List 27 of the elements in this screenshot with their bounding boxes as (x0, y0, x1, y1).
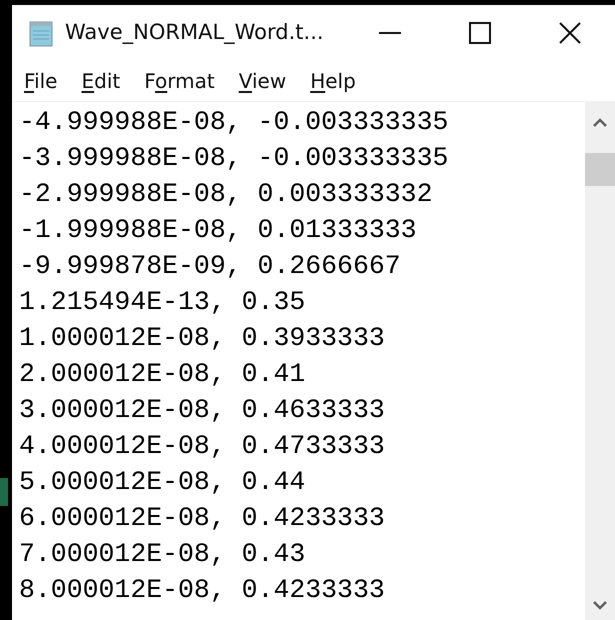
text-line: 3.000012E-08, 0.4633333 (19, 394, 385, 427)
text-line: 1.000012E-08, 0.3933333 (19, 322, 385, 355)
maximize-icon (469, 22, 491, 44)
menu-item[interactable]: File (14, 66, 68, 96)
text-line: -1.999988E-08, 0.01333333 (19, 214, 417, 247)
minimize-icon (379, 32, 401, 34)
text-line: 6.000012E-08, 0.4233333 (19, 502, 385, 535)
text-line: -9.999878E-09, 0.2666667 (19, 250, 401, 283)
text-line: 4.000012E-08, 0.4733333 (19, 430, 385, 463)
scrollbar-thumb[interactable] (585, 153, 615, 186)
menu-item[interactable]: Edit (71, 66, 130, 96)
text-line: 7.000012E-08, 0.43 (19, 538, 306, 571)
scroll-up-icon[interactable] (592, 118, 608, 128)
text-line: 8.000012E-08, 0.4233333 (19, 574, 385, 607)
text-line: -3.999988E-08, -0.003333335 (19, 142, 448, 175)
menu-item[interactable]: View (228, 66, 296, 96)
close-icon (558, 20, 582, 44)
text-line: 2.000012E-08, 0.41 (19, 358, 306, 391)
text-line: -4.999988E-08, -0.003333335 (19, 106, 448, 139)
text-line: 1.215494E-13, 0.35 (19, 286, 306, 319)
background-tag (0, 478, 8, 506)
text-line: -2.999988E-08, 0.003333332 (19, 178, 432, 211)
menu-item[interactable]: Format (134, 66, 225, 96)
menu-item[interactable]: Help (300, 66, 366, 96)
text-line: 5.000012E-08, 0.44 (19, 466, 306, 499)
window-title: Wave_NORMAL_Word.t... (65, 18, 324, 46)
scroll-down-icon[interactable] (592, 600, 608, 610)
